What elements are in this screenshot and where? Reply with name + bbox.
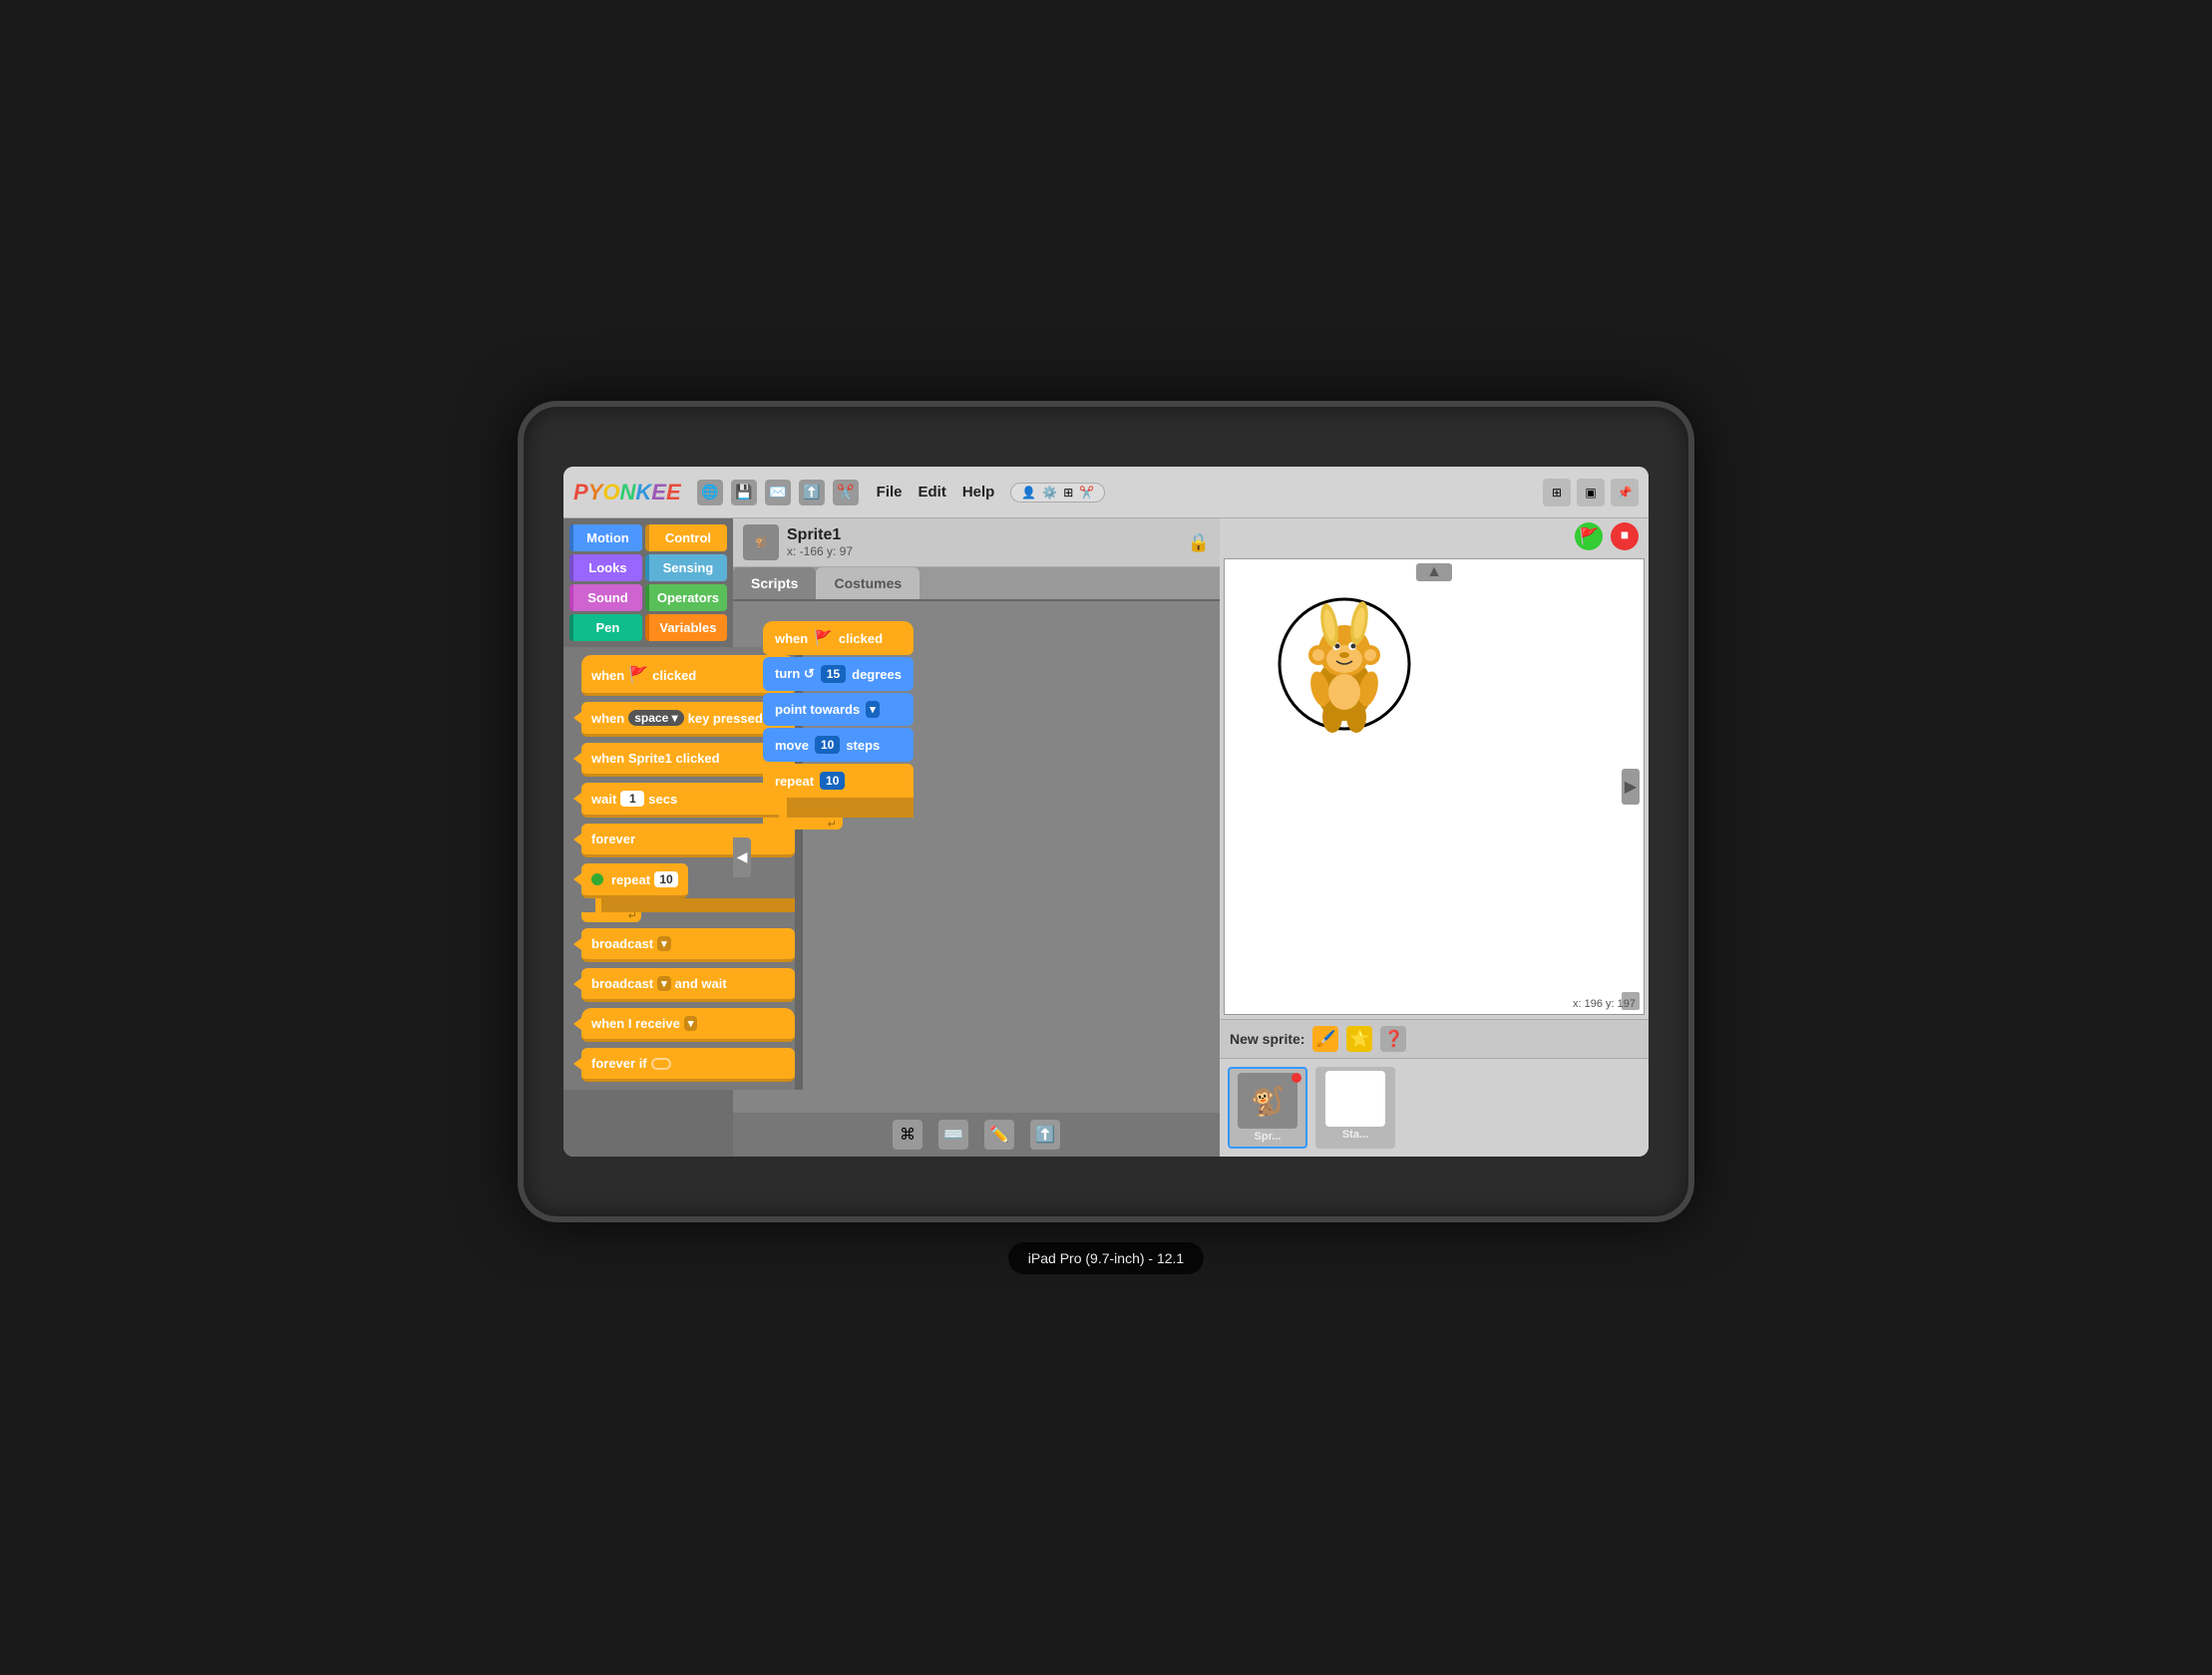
tab-scripts[interactable]: Scripts xyxy=(733,567,816,599)
view-split-icon[interactable]: ⊞ xyxy=(1543,479,1571,506)
scripts-area: 🐒 Sprite1 x: -166 y: 97 🔒 Scripts Costum… xyxy=(733,518,1220,1157)
stage-right-arrow[interactable]: ▶ xyxy=(1622,769,1640,805)
flag-icon-script: 🚩 xyxy=(814,629,833,647)
sprite-info: Sprite1 x: -166 y: 97 xyxy=(787,526,853,558)
sprite-cell-stage[interactable]: Sta... xyxy=(1315,1067,1395,1149)
cat-sensing-btn[interactable]: Sensing xyxy=(645,554,727,581)
flag-icon-1: 🚩 xyxy=(628,665,648,685)
green-flag-btn[interactable]: 🚩 xyxy=(1575,522,1603,550)
pen-icon[interactable]: ✏️ xyxy=(984,1120,1014,1150)
device-screen: PYONKEE 🌐 💾 ✉️ ⬆️ ✂️ File Edit Help 👤 ⚙️… xyxy=(563,467,1649,1157)
stage-up-arrow[interactable]: ▲ xyxy=(1416,563,1452,581)
stage-name: Sta... xyxy=(1342,1129,1368,1141)
person-icon: 👤 xyxy=(1021,486,1036,500)
settings-icon[interactable]: ⚙️ xyxy=(1042,486,1057,500)
share-icon[interactable]: ⬆️ xyxy=(1030,1120,1060,1150)
script-turn[interactable]: turn ↺ 15 degrees xyxy=(763,657,914,691)
sprite-active-dot xyxy=(1291,1073,1301,1083)
stage-controls-bar: 🚩 ⏹ xyxy=(1220,518,1649,554)
category-grid: Motion Control Looks Sensing Sound Opera… xyxy=(563,518,733,647)
script-stack: when 🚩 clicked turn ↺ 15 degrees xyxy=(763,621,914,831)
categories-panel: Motion Control Looks Sensing Sound Opera… xyxy=(563,518,733,1157)
script-move[interactable]: move 10 steps xyxy=(763,728,914,762)
app-logo: PYONKEE xyxy=(573,480,681,505)
cat-motion-btn[interactable]: Motion xyxy=(569,524,642,551)
scissors2-icon[interactable]: ✂️ xyxy=(1079,486,1094,500)
paint-brush-icon[interactable]: 🖌️ xyxy=(1312,1026,1338,1052)
sprite-cell-sprite1[interactable]: 🐒 Spr... xyxy=(1228,1067,1307,1149)
cat-control-btn[interactable]: Control xyxy=(645,524,727,551)
cat-variables-btn[interactable]: Variables xyxy=(645,614,727,641)
grid-icon[interactable]: ⊞ xyxy=(1063,486,1073,500)
sprite1-thumb: 🐒 xyxy=(1238,1073,1297,1129)
stage-thumb xyxy=(1325,1071,1385,1127)
workspace: 🐒 Sprite1 x: -166 y: 97 🔒 Scripts Costum… xyxy=(733,518,1649,1157)
script-when-flag[interactable]: when 🚩 clicked xyxy=(763,621,914,655)
cat-sound-btn[interactable]: Sound xyxy=(569,584,642,611)
sprite-name: Sprite1 xyxy=(787,526,853,544)
lock-icon[interactable]: 🔒 xyxy=(1188,532,1210,553)
script-repeat[interactable]: repeat 10 ↵ xyxy=(763,764,914,831)
upload-icon[interactable]: ⬆️ xyxy=(799,480,825,505)
main-layout: Motion Control Looks Sensing Sound Opera… xyxy=(563,518,1649,1157)
tab-costumes[interactable]: Costumes xyxy=(816,567,920,599)
top-bar: PYONKEE 🌐 💾 ✉️ ⬆️ ✂️ File Edit Help 👤 ⚙️… xyxy=(563,467,1649,518)
scripts-content: ◀ when 🚩 clicked xyxy=(733,601,1220,1113)
keyboard-icon[interactable]: ⌨️ xyxy=(938,1120,968,1150)
new-sprite-bar: New sprite: 🖌️ ⭐ ❓ xyxy=(1220,1019,1649,1059)
sprite1-name: Spr... xyxy=(1255,1131,1282,1143)
globe-icon[interactable]: 🌐 xyxy=(697,480,723,505)
cat-looks-btn[interactable]: Looks xyxy=(569,554,642,581)
cmd-icon[interactable]: ⌘ xyxy=(893,1120,922,1150)
sprite-icon: 🐒 xyxy=(743,524,779,560)
oval-placeholder xyxy=(651,1058,671,1070)
user-controls: 👤 ⚙️ ⊞ ✂️ xyxy=(1010,483,1105,502)
script-point-towards[interactable]: point towards ▾ xyxy=(763,693,914,726)
save-icon[interactable]: 💾 xyxy=(731,480,757,505)
right-panel: 🚩 ⏹ ▶ ▲ xyxy=(1220,518,1649,1157)
device-label: iPad Pro (9.7-inch) - 12.1 xyxy=(1008,1242,1204,1274)
mail-icon[interactable]: ✉️ xyxy=(765,480,791,505)
question-icon[interactable]: ❓ xyxy=(1380,1026,1406,1052)
sprite-header: 🐒 Sprite1 x: -166 y: 97 🔒 xyxy=(733,518,1220,567)
green-marker xyxy=(591,873,603,885)
scissors-icon[interactable]: ✂️ xyxy=(833,480,859,505)
sprites-grid: 🐒 Spr... Sta... xyxy=(1220,1059,1649,1157)
view-single-icon[interactable]: ▣ xyxy=(1577,479,1605,506)
window-controls: ⊞ ▣ 📌 xyxy=(1543,479,1639,506)
cat-operators-btn[interactable]: Operators xyxy=(645,584,727,611)
center-right-area: 🐒 Sprite1 x: -166 y: 97 🔒 Scripts Costum… xyxy=(733,518,1649,1157)
new-sprite-label: New sprite: xyxy=(1230,1031,1304,1047)
help-menu[interactable]: Help xyxy=(962,484,995,501)
scroll-left-btn[interactable]: ◀ xyxy=(733,838,751,877)
stage-coords: x: 196 y: 197 xyxy=(1573,998,1636,1010)
monkey-sprite xyxy=(1275,589,1414,739)
stage-area: ▶ ▲ xyxy=(1224,558,1645,1015)
pin-icon[interactable]: 📌 xyxy=(1611,479,1639,506)
stop-btn[interactable]: ⏹ xyxy=(1611,522,1639,550)
edit-menu[interactable]: Edit xyxy=(919,484,946,501)
sprite-coords: x: -166 y: 97 xyxy=(787,544,853,558)
file-menu[interactable]: File xyxy=(877,484,903,501)
scripts-tabs: Scripts Costumes xyxy=(733,567,1220,601)
scripts-bottom: ⌘ ⌨️ ✏️ ⬆️ xyxy=(733,1113,1220,1157)
device-frame: PYONKEE 🌐 💾 ✉️ ⬆️ ✂️ File Edit Help 👤 ⚙️… xyxy=(518,401,1694,1222)
cat-pen-btn[interactable]: Pen xyxy=(569,614,642,641)
menu-bar: File Edit Help xyxy=(877,484,995,501)
star-icon[interactable]: ⭐ xyxy=(1346,1026,1372,1052)
